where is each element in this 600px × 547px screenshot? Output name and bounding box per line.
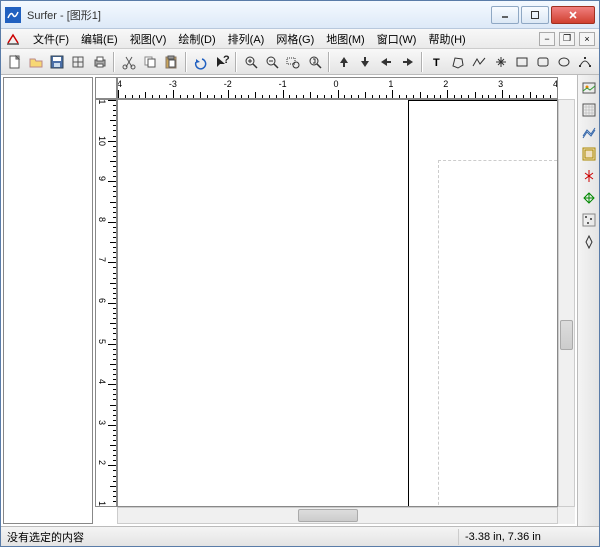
app-icon — [5, 7, 21, 23]
vector-map-button[interactable] — [580, 145, 598, 163]
paste-button[interactable] — [162, 51, 181, 73]
cut-button[interactable] — [119, 51, 138, 73]
status-bar: 没有选定的内容 -3.38 in, 7.36 in — [1, 526, 599, 546]
mdi-controls: − ❐ × — [539, 32, 595, 46]
toolbar-separator — [113, 52, 115, 72]
grid-button[interactable] — [69, 51, 88, 73]
ellipse-tool-button[interactable] — [555, 51, 574, 73]
horizontal-scroll-thumb[interactable] — [298, 509, 358, 522]
status-message: 没有选定的内容 — [1, 529, 459, 545]
zoom-out-button[interactable] — [263, 51, 282, 73]
work-area: -4-3-2-101234 1110987654321 — [1, 75, 599, 526]
menu-map[interactable]: 地图(M) — [320, 29, 371, 49]
toolbar-separator — [235, 52, 237, 72]
window-title: Surfer - [图形1] — [27, 7, 489, 23]
shaded-relief-button[interactable] — [580, 167, 598, 185]
object-tree-panel[interactable] — [3, 77, 93, 524]
new-button[interactable] — [5, 51, 24, 73]
image-map-button[interactable] — [580, 79, 598, 97]
vertical-scrollbar[interactable] — [558, 99, 575, 507]
copy-button[interactable] — [140, 51, 159, 73]
arrow-right-button[interactable] — [398, 51, 417, 73]
polygon-tool-button[interactable] — [448, 51, 467, 73]
ruler-corner — [95, 77, 117, 99]
whats-this-button[interactable]: ? — [212, 51, 231, 73]
canvas-area: -4-3-2-101234 1110987654321 — [95, 77, 575, 524]
svg-text:T: T — [433, 57, 440, 69]
svg-text:?: ? — [223, 54, 230, 66]
rounded-rect-tool-button[interactable] — [533, 51, 552, 73]
menu-arrange[interactable]: 排列(A) — [222, 29, 271, 49]
system-menu-icon[interactable] — [5, 31, 21, 47]
vertical-ruler: 1110987654321 — [95, 99, 117, 507]
wireframe-map-button[interactable] — [580, 123, 598, 141]
rectangle-tool-button[interactable] — [512, 51, 531, 73]
menu-edit[interactable]: 编辑(E) — [75, 29, 124, 49]
arrow-left-button[interactable] — [377, 51, 396, 73]
open-button[interactable] — [26, 51, 45, 73]
zoom-rect-button[interactable] — [284, 51, 303, 73]
arrow-down-button[interactable] — [356, 51, 375, 73]
menu-window[interactable]: 窗口(W) — [371, 29, 423, 49]
mdi-close-button[interactable]: × — [579, 32, 595, 46]
basemap-button[interactable] — [580, 189, 598, 207]
mdi-minimize-button[interactable]: − — [539, 32, 555, 46]
vertical-scroll-thumb[interactable] — [560, 320, 573, 350]
map-toolbox — [577, 75, 599, 526]
zoom-realtime-button[interactable] — [305, 51, 324, 73]
maximize-button[interactable] — [521, 6, 549, 24]
status-coordinates: -3.38 in, 7.36 in — [459, 531, 599, 543]
main-toolbar: ? T — [1, 49, 599, 75]
symbol-tool-button[interactable] — [491, 51, 510, 73]
horizontal-scrollbar[interactable] — [117, 507, 558, 524]
toolbar-separator — [185, 52, 187, 72]
close-button[interactable] — [551, 6, 595, 24]
menu-draw[interactable]: 绘制(D) — [172, 29, 221, 49]
toolbar-separator — [328, 52, 330, 72]
menu-grid[interactable]: 网格(G) — [270, 29, 320, 49]
text-tool-button[interactable]: T — [427, 51, 446, 73]
menu-file[interactable]: 文件(F) — [27, 29, 75, 49]
print-button[interactable] — [90, 51, 109, 73]
menu-help[interactable]: 帮助(H) — [422, 29, 471, 49]
minimize-button[interactable] — [491, 6, 519, 24]
polyline-tool-button[interactable] — [470, 51, 489, 73]
contour-map-button[interactable] — [580, 101, 598, 119]
titlebar[interactable]: Surfer - [图形1] — [1, 1, 599, 29]
drawing-canvas[interactable] — [117, 99, 558, 507]
window-controls — [489, 6, 595, 24]
save-button[interactable] — [47, 51, 66, 73]
mdi-restore-button[interactable]: ❐ — [559, 32, 575, 46]
horizontal-ruler: -4-3-2-101234 — [117, 77, 558, 99]
arrow-up-button[interactable] — [334, 51, 353, 73]
reshape-tool-button[interactable] — [576, 51, 595, 73]
page-margin-guide — [438, 160, 558, 507]
undo-button[interactable] — [191, 51, 210, 73]
zoom-in-button[interactable] — [241, 51, 260, 73]
toolbar-separator — [421, 52, 423, 72]
classed-post-button[interactable] — [580, 233, 598, 251]
menu-view[interactable]: 视图(V) — [124, 29, 173, 49]
post-map-button[interactable] — [580, 211, 598, 229]
application-window: Surfer - [图形1] 文件(F) 编辑(E) 视图(V) 绘制(D) 排… — [0, 0, 600, 547]
menubar: 文件(F) 编辑(E) 视图(V) 绘制(D) 排列(A) 网格(G) 地图(M… — [1, 29, 599, 49]
